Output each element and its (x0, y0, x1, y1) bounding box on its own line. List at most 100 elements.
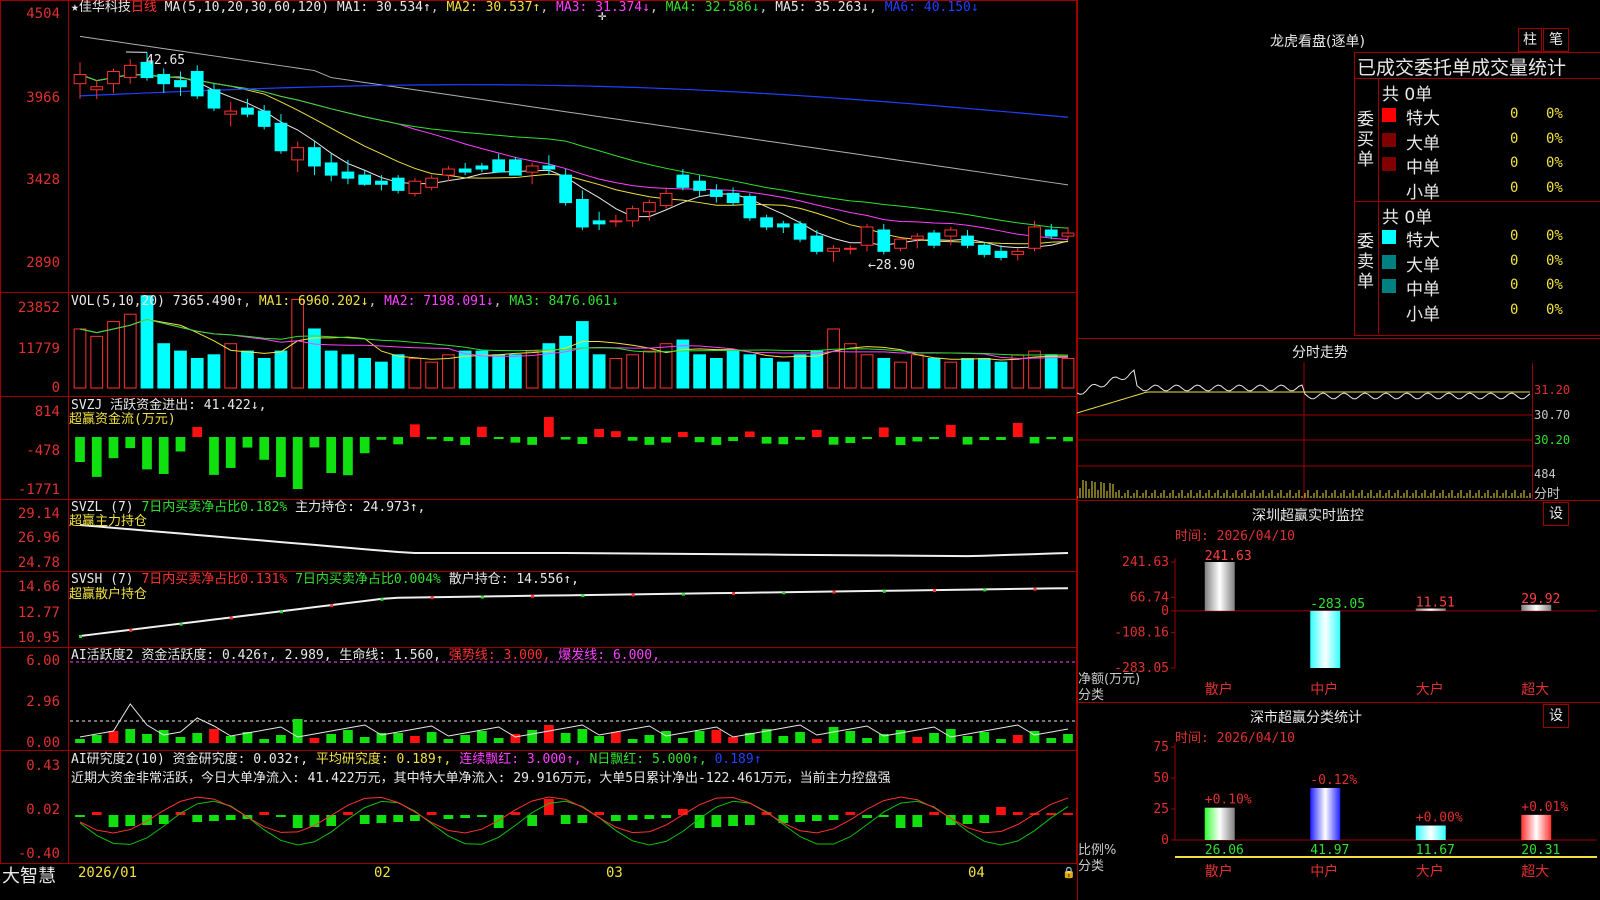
buy-swatch-icon (1382, 132, 1396, 147)
ai2-extra: 0.189↑ (714, 752, 762, 767)
candle-body (776, 223, 790, 228)
ai1-bar (661, 731, 671, 743)
svzj-bar (795, 437, 805, 440)
lock-icon[interactable]: 🔒 (1062, 866, 1076, 879)
candle-body (810, 235, 824, 252)
stock-name[interactable]: ★佳华科技 (71, 0, 131, 15)
ai2-bar (326, 815, 337, 826)
period-label[interactable]: 日线 (131, 0, 157, 15)
svzj-subtitle: 超赢资金流(万元) (69, 412, 176, 427)
category-label: 中户 (1310, 863, 1338, 880)
candle-body (425, 177, 439, 188)
ai2-bar (560, 815, 571, 824)
candle-body (341, 171, 355, 179)
ai1-bar (845, 731, 856, 743)
svzj-bar (309, 437, 320, 448)
candle-body (408, 180, 422, 194)
candle-body (442, 168, 455, 176)
svzj-bar (510, 437, 521, 443)
ai1-bar (577, 729, 588, 743)
lhb-title: 龙虎看盘(逐单) (1270, 34, 1365, 50)
vol-title: VOL(5,10,20) (71, 294, 165, 309)
candle-body (157, 74, 171, 85)
candle-body (827, 247, 840, 252)
ai1-bar (962, 736, 973, 743)
lhb-vline (1378, 78, 1379, 334)
svzj-bar (259, 437, 270, 460)
svzj-bar (677, 431, 688, 437)
bar (1310, 787, 1341, 840)
svzj-bar (544, 417, 554, 437)
buy-row-pct: 0% (1546, 106, 1563, 122)
ai1-bar (627, 739, 638, 743)
volume-bar (1044, 354, 1058, 389)
candle-body (190, 70, 204, 97)
candle-body (626, 208, 639, 222)
candle-body (642, 202, 656, 213)
ai1-bar (611, 732, 621, 743)
ai1-bar (560, 733, 571, 743)
svsh-ratio1: 7日内买卖净占比0.131% (141, 572, 288, 587)
candle-body (609, 220, 623, 223)
svzj-bar (460, 437, 471, 445)
candle-body (207, 89, 221, 109)
bar-view-button[interactable]: 柱 (1518, 28, 1542, 52)
ai1-bar (225, 736, 236, 743)
ai1-bar (75, 739, 85, 743)
buy-swatch-icon (1382, 181, 1396, 196)
ai1-bar (594, 736, 604, 743)
bar-value-label: -0.12% (1310, 773, 1357, 788)
vol-header: VOL(5,10,20) 7365.490↑, MA1: 6960.202↓, … (71, 294, 619, 309)
ai2-bar (728, 815, 738, 826)
category-label: 超大 (1521, 682, 1549, 698)
volume-bar (994, 361, 1008, 389)
ai1-lifeline: 生命线: 1.560, (339, 648, 442, 663)
svzj-bar (91, 437, 102, 477)
svsh-ratio2: 7日内买卖净占比0.004% (295, 572, 441, 587)
candle-body (375, 180, 388, 185)
main-header: ★佳华科技日线 MA(5,10,20,30,60,120) MA1: 30.53… (71, 0, 979, 15)
ai1-bar (443, 739, 454, 743)
ai2-bar (125, 815, 136, 826)
lhb-header-line (1354, 78, 1600, 79)
ai1-bar (979, 732, 990, 743)
ai2-bar (962, 815, 973, 824)
tick-view-button[interactable]: 笔 (1543, 28, 1569, 52)
fenshi-vol-tick: 484 (1534, 467, 1556, 481)
svzj-bar (828, 437, 839, 445)
volume-bar (157, 343, 171, 389)
y-tick-label: 25 (1153, 802, 1169, 817)
ma1-value: MA1: 30.534↑ (336, 0, 431, 15)
sell-row-label: 特大 (1406, 231, 1440, 251)
volume-bar (207, 354, 221, 389)
ai1-bar (677, 738, 688, 743)
ai1-bar (996, 739, 1006, 743)
ai2-bar (460, 815, 471, 818)
svsh-dot (832, 590, 836, 594)
ai1-bar (828, 727, 839, 743)
main-y-tick: 3428 (26, 172, 60, 188)
svzj-bar (108, 437, 119, 459)
svzj-bar (945, 424, 956, 437)
volume-bar (676, 339, 690, 389)
candle-body (592, 220, 606, 225)
svzj-bar (527, 437, 537, 445)
ai2-bar (493, 815, 504, 828)
ai1-bar (1012, 735, 1023, 743)
ma-params: MA(5,10,20,30,60,120) (164, 0, 330, 15)
ai2-bar (644, 815, 655, 819)
volume-bar (709, 357, 723, 389)
ai2-bar (443, 815, 454, 819)
svsh-dot (179, 622, 183, 626)
svsh-line (79, 587, 1069, 637)
fenshi-title[interactable]: 分时走势 (1292, 342, 1348, 362)
svzj-bar (75, 437, 85, 462)
candle-body (961, 235, 974, 246)
ai1-activity: 资金活跃度: 0.426↑, (141, 648, 277, 663)
y-tick-label: 50 (1153, 771, 1169, 786)
svzj-bar (1029, 437, 1040, 444)
candle-body (90, 86, 104, 91)
ai1-bar (862, 738, 872, 743)
volume-bar (693, 354, 706, 389)
svzj-bar (778, 437, 789, 445)
